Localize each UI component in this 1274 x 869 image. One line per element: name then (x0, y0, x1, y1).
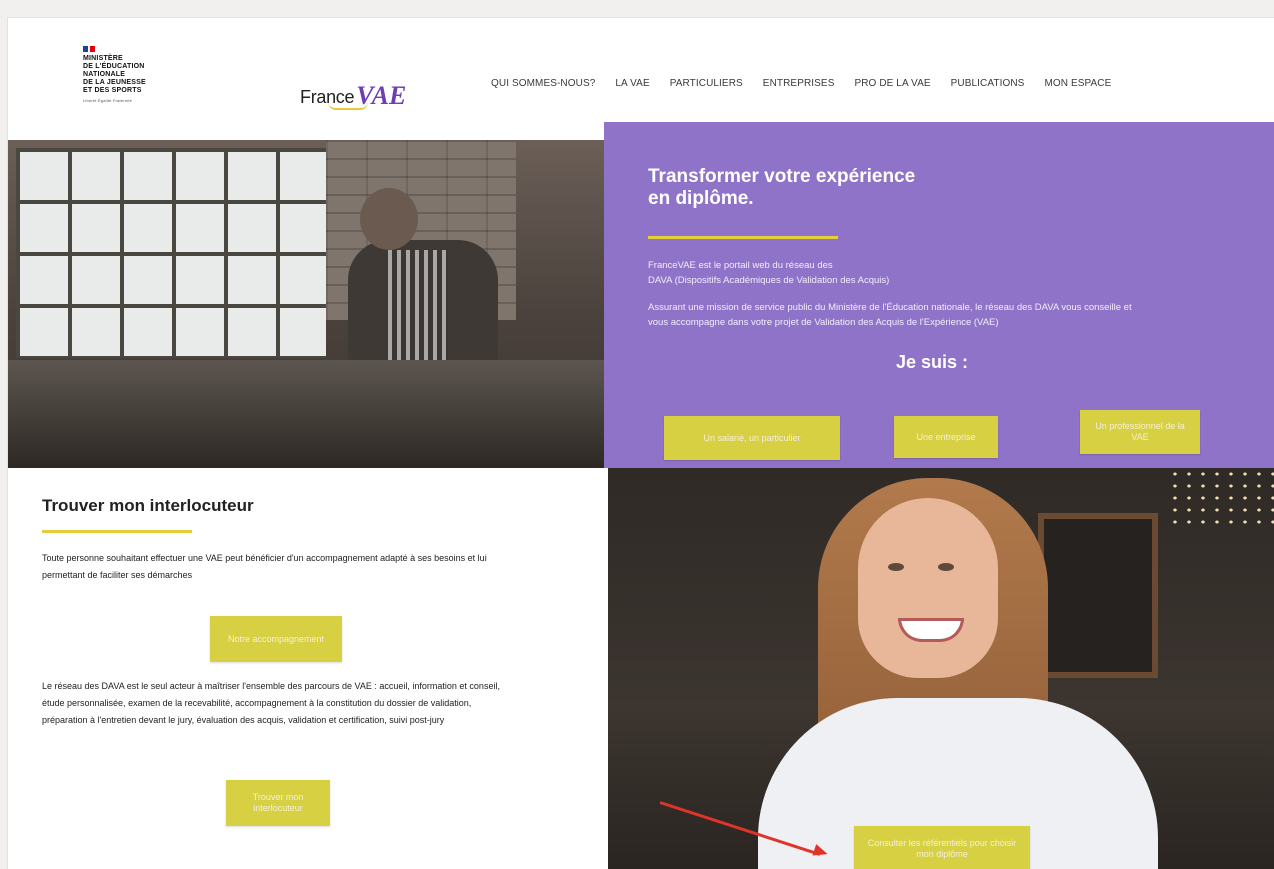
worker-shirt (388, 250, 448, 370)
btn-notre-accompagnement[interactable]: Notre accompagnement (210, 616, 342, 662)
government-logo[interactable]: MINISTÈRE DE L'ÉDUCATION NATIONALE DE LA… (83, 46, 173, 103)
hero-text-line: Assurant une mission de service public d… (648, 302, 1132, 313)
ministry-line: DE LA JEUNESSE (83, 79, 146, 86)
hero-panel: Transformer votre expérience en diplôme.… (604, 122, 1274, 468)
woman-photo: Consulter les référentiels pour choisir … (608, 468, 1274, 869)
nav-mon-espace[interactable]: MON ESPACE (1034, 78, 1121, 89)
hero-paragraph-2: Assurant une mission de service public d… (648, 300, 1132, 330)
wall-frame (1038, 513, 1158, 678)
string-lights (1168, 468, 1274, 528)
je-suis-label: Je suis : (896, 352, 969, 372)
ministry-line: ET DES SPORTS (83, 87, 142, 94)
title-underline (42, 530, 192, 533)
btn-entreprise[interactable]: Une entreprise (894, 416, 998, 458)
btn-trouver-interlocuteur[interactable]: Trouver mon interlocuteur (226, 780, 330, 826)
republic-motto: Liberté Égalité Fraternité (83, 98, 133, 103)
worker-head (360, 188, 418, 250)
title-underline (648, 236, 838, 239)
hero-title-line: Transformer votre expérience (648, 166, 916, 187)
page: MINISTÈRE DE L'ÉDUCATION NATIONALE DE LA… (8, 18, 1274, 869)
btn-professionnel[interactable]: Un professionnel de la VAE (1080, 410, 1200, 454)
hero-text-line: vous accompagne dans votre projet de Val… (648, 317, 999, 328)
ministry-line: NATIONALE (83, 71, 126, 78)
info-paragraph-1: Toute personne souhaitant effectuer une … (42, 553, 487, 580)
hero-text-line: DAVA (Dispositifs Académiques de Validat… (648, 275, 890, 286)
btn-consulter-referentiels[interactable]: Consulter les référentiels pour choisir … (854, 826, 1030, 869)
btn-salarie[interactable]: Un salarié, un particulier (664, 416, 840, 460)
hero-paragraph-1: FranceVAE est le portail web du réseau d… (648, 258, 889, 288)
workshop-window (16, 148, 326, 358)
brand-swoosh-icon (328, 102, 368, 110)
nav-qui-sommes-nous[interactable]: QUI SOMMES-NOUS? (481, 78, 605, 89)
section-title: Trouver mon interlocuteur (42, 496, 254, 515)
flag-icon (83, 46, 173, 52)
info-paragraph-2: Le réseau des DAVA est le seul acteur à … (42, 681, 500, 725)
hero-text-line: FranceVAE est le portail web du réseau d… (648, 260, 833, 271)
main-nav: QUI SOMMES-NOUS? LA VAE PARTICULIERS ENT… (481, 78, 1121, 89)
hero-title: Transformer votre expérience en diplôme. (648, 166, 968, 210)
workbench (8, 360, 604, 468)
eye-icon (938, 563, 954, 571)
eye-icon (888, 563, 904, 571)
nav-publications[interactable]: PUBLICATIONS (941, 78, 1035, 89)
woman-face (858, 498, 998, 678)
nav-entreprises[interactable]: ENTREPRISES (753, 78, 845, 89)
nav-particuliers[interactable]: PARTICULIERS (660, 78, 753, 89)
hero-title-line: en diplôme. (648, 188, 754, 209)
ministry-line: DE L'ÉDUCATION (83, 63, 145, 70)
interlocuteur-section: Trouver mon interlocuteur Toute personne… (8, 468, 608, 869)
workshop-photo (8, 140, 604, 468)
nav-pro-de-la-vae[interactable]: PRO DE LA VAE (844, 78, 940, 89)
ministry-line: MINISTÈRE (83, 55, 123, 62)
francevae-logo[interactable]: France VAE (300, 78, 406, 110)
site-header: MINISTÈRE DE L'ÉDUCATION NATIONALE DE LA… (8, 18, 1274, 138)
nav-la-vae[interactable]: LA VAE (605, 78, 659, 89)
